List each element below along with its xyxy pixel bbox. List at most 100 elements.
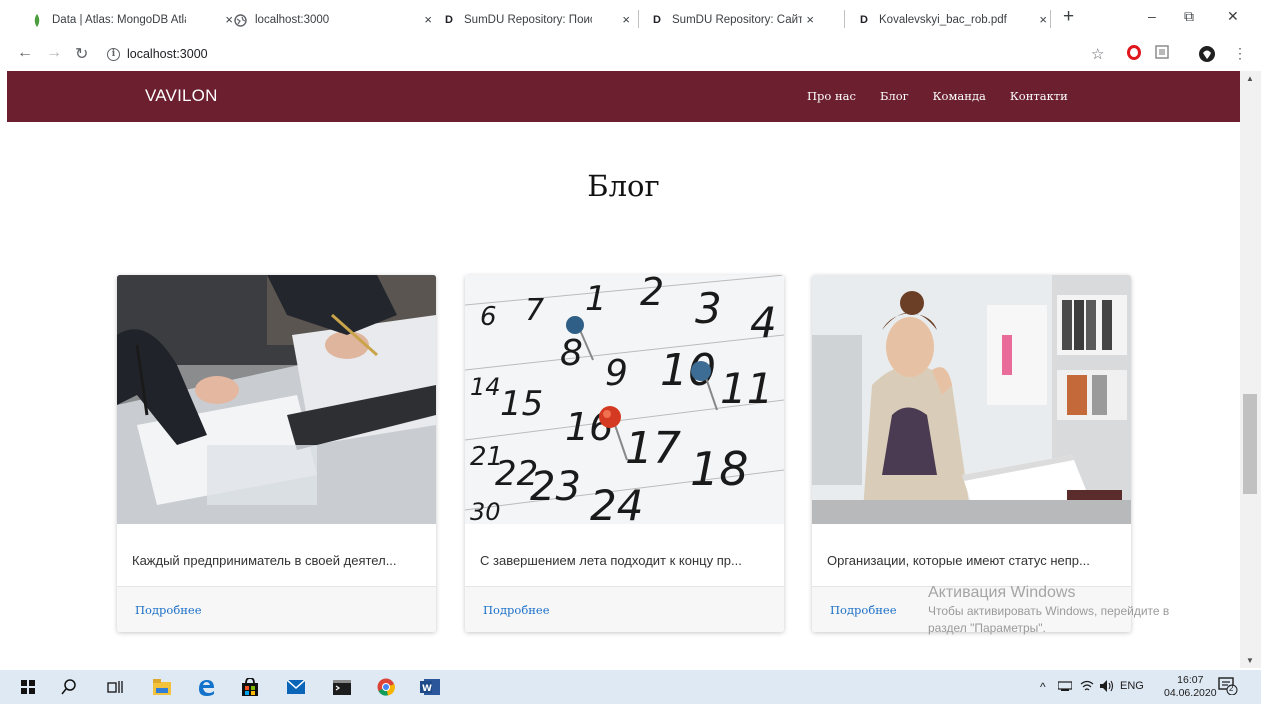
globe-icon <box>233 13 247 27</box>
forward-arrow-icon[interactable]: → <box>46 44 62 62</box>
svg-text:1: 1 <box>585 279 607 319</box>
clock-time: 16:07 <box>1177 674 1204 686</box>
blog-card: Организации, которые имеют статус непр..… <box>812 275 1131 632</box>
svg-text:W: W <box>422 684 432 694</box>
word-icon[interactable]: W <box>420 677 440 697</box>
blog-card: Каждый предприниматель в своей деятел...… <box>117 275 436 632</box>
maximize-button[interactable]: ⧉ <box>1184 8 1194 25</box>
svg-text:3: 3 <box>695 284 722 333</box>
close-tab-icon[interactable]: × <box>806 12 814 27</box>
file-explorer-icon[interactable] <box>152 677 172 697</box>
nav-link-contacts[interactable]: Контакти <box>1010 89 1068 103</box>
task-view-icon[interactable] <box>105 677 125 697</box>
site-brand[interactable]: VAVILON <box>145 86 218 106</box>
mail-icon[interactable] <box>286 677 306 697</box>
notifications-icon[interactable]: 2 <box>1218 677 1238 698</box>
screen: Data | Atlas: MongoDB Atlas × localhost:… <box>0 0 1261 704</box>
tab-title: SumDU Repository: Поиск <box>464 14 592 26</box>
windows-start-icon[interactable] <box>18 677 38 697</box>
info-icon[interactable]: i <box>107 47 120 61</box>
edge-icon[interactable] <box>196 677 216 697</box>
nav-link-team[interactable]: Команда <box>933 89 986 103</box>
terminal-icon[interactable] <box>332 677 352 697</box>
svg-text:9: 9 <box>605 353 628 394</box>
url-text: localhost:3000 <box>127 47 208 61</box>
minimize-button[interactable]: – <box>1148 8 1156 24</box>
tab-separator <box>638 10 639 28</box>
activation-line2: раздел "Параметры". <box>928 621 1046 635</box>
language-indicator[interactable]: ENG <box>1120 680 1144 692</box>
new-tab-button[interactable]: + <box>1063 6 1074 28</box>
svg-text:11: 11 <box>720 364 773 413</box>
card-excerpt: Организации, которые имеют статус непр..… <box>827 553 1090 568</box>
scroll-down-icon[interactable]: ▼ <box>1246 656 1254 665</box>
svg-text:15: 15 <box>500 384 543 424</box>
chrome-icon[interactable] <box>376 677 396 697</box>
svg-text:4: 4 <box>750 298 777 347</box>
close-tab-icon[interactable]: × <box>1039 12 1047 27</box>
search-icon[interactable] <box>59 677 79 697</box>
activation-title: Активация Windows <box>928 584 1076 601</box>
tab-title: Kovalevskyi_bac_rob.pdf <box>879 14 1007 26</box>
menu-kebab-icon[interactable]: ⋮ <box>1233 45 1247 62</box>
tab-localhost[interactable]: localhost:3000 × <box>233 7 432 33</box>
tab-mongodb-atlas[interactable]: Data | Atlas: MongoDB Atlas × <box>30 7 233 33</box>
tab-sumdu-site[interactable]: D SumDU Repository: Сайт-візит × <box>650 7 814 33</box>
read-more-link[interactable]: Подробнее <box>830 603 897 617</box>
nav-link-about[interactable]: Про нас <box>807 89 856 103</box>
card-excerpt: Каждый предприниматель в своей деятел... <box>132 553 397 568</box>
close-window-button[interactable]: ✕ <box>1227 8 1239 25</box>
scrollbar-thumb[interactable] <box>1243 394 1257 494</box>
clock-date: 04.06.2020 <box>1164 687 1217 699</box>
bookmark-star-icon[interactable]: ☆ <box>1091 45 1104 63</box>
volume-icon[interactable] <box>1100 680 1114 695</box>
dspace-icon: D <box>653 14 661 26</box>
nav-link-blog[interactable]: Блог <box>880 89 909 103</box>
site-nav: Про нас Блог Команда Контакти <box>807 89 1068 103</box>
page-viewport: VAVILON Про нас Блог Команда Контакти Бл… <box>7 71 1240 668</box>
url-field[interactable]: i localhost:3000 <box>107 42 1117 66</box>
dspace-icon: D <box>860 14 868 26</box>
close-tab-icon[interactable]: × <box>622 12 630 27</box>
opera-extension-icon[interactable] <box>1127 45 1141 64</box>
svg-text:30: 30 <box>470 498 501 524</box>
tab-title: localhost:3000 <box>255 14 330 26</box>
profile-avatar-icon[interactable] <box>1198 45 1216 67</box>
read-more-link[interactable]: Подробнее <box>135 603 202 617</box>
tab-title: SumDU Repository: Сайт-візит <box>672 14 802 26</box>
store-icon[interactable] <box>240 677 260 697</box>
svg-text:6: 6 <box>480 302 497 332</box>
svg-text:2: 2 <box>640 275 664 314</box>
tab-separator <box>1050 10 1051 28</box>
close-tab-icon[interactable]: × <box>225 12 233 27</box>
svg-text:18: 18 <box>690 442 749 496</box>
svg-text:23: 23 <box>530 464 581 510</box>
wifi-icon[interactable] <box>1080 680 1094 695</box>
blog-card: 6 7 1 2 3 4 14 15 8 9 10 11 16 17 18 21 … <box>465 275 784 632</box>
calendar-with-pushpins-photo: 6 7 1 2 3 4 14 15 8 9 10 11 16 17 18 21 … <box>465 275 784 524</box>
woman-reading-documents-office-photo <box>812 275 1131 524</box>
site-navbar: VAVILON Про нас Блог Команда Контакти <box>7 71 1240 122</box>
dspace-icon: D <box>445 14 453 26</box>
reload-icon[interactable]: ↻ <box>75 44 88 64</box>
close-tab-icon[interactable]: × <box>424 12 432 27</box>
tray-chevron-icon[interactable]: ^ <box>1040 680 1046 694</box>
page-scrollbar[interactable]: ▲ ▼ <box>1240 71 1261 668</box>
notification-count: 2 <box>1229 684 1234 693</box>
tab-title: Data | Atlas: MongoDB Atlas <box>52 14 186 26</box>
svg-text:7: 7 <box>525 293 544 328</box>
svg-text:14: 14 <box>470 373 501 401</box>
tab-sumdu-search[interactable]: D SumDU Repository: Поиск × <box>442 7 630 33</box>
tab-pdf[interactable]: D Kovalevskyi_bac_rob.pdf × <box>857 7 1047 33</box>
card-excerpt: С завершением лета подходит к концу пр..… <box>480 553 742 568</box>
browser-tab-strip: Data | Atlas: MongoDB Atlas × localhost:… <box>0 0 1261 38</box>
mongodb-leaf-icon <box>30 13 44 27</box>
read-more-link[interactable]: Подробнее <box>483 603 550 617</box>
network-icon[interactable] <box>1057 680 1073 694</box>
scroll-up-icon[interactable]: ▲ <box>1246 74 1254 83</box>
system-clock[interactable]: 16:07 04.06.2020 <box>1164 674 1217 700</box>
extension-icon[interactable] <box>1155 45 1169 63</box>
back-arrow-icon[interactable]: ← <box>17 44 33 62</box>
activation-line1: Чтобы активировать Windows, перейдите в <box>928 604 1170 618</box>
tab-separator <box>844 10 845 28</box>
